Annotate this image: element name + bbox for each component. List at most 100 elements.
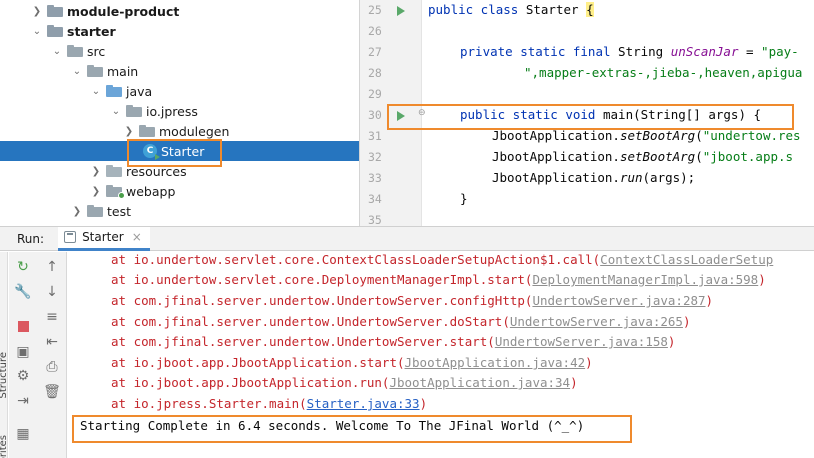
code-method: run — [619, 170, 643, 185]
editor-gutter: 25 26 27 28 29 30 31 32 33 34 35 ⊖ — [360, 0, 426, 226]
source-link[interactable]: JbootApplication.java:34 — [389, 375, 570, 390]
code-brace: { — [586, 2, 594, 17]
wrench-icon[interactable]: 🔧 — [14, 283, 32, 301]
trash-icon[interactable]: 🗑 — [43, 383, 61, 401]
line-number: 25 — [368, 3, 382, 17]
tree-item-starter-class[interactable]: C Starter — [0, 141, 359, 161]
layout-icon[interactable]: ▦ — [14, 425, 32, 443]
line-number: 27 — [368, 45, 382, 59]
stack-frame-suffix: ) — [419, 396, 428, 411]
close-icon[interactable]: × — [132, 230, 142, 244]
soft-wrap-icon[interactable]: ≡ — [43, 308, 61, 326]
code-class-name: Starter — [525, 2, 587, 17]
chevron-right-icon[interactable]: ❯ — [89, 186, 103, 197]
line-number: 33 — [368, 171, 382, 185]
chevron-right-icon[interactable]: ❯ — [89, 166, 103, 177]
console-output[interactable]: at io.undertow.servlet.core.ContextClass… — [68, 252, 814, 458]
startup-complete-message: Starting Complete in 6.4 seconds. Welcom… — [80, 418, 585, 433]
code-method-signature: main(String[] args) { — [603, 107, 762, 122]
tree-item-label: io.jpress — [146, 103, 198, 119]
run-actions-toolbar: ↻ 🔧 ▣ ⚙ ⇥ ▦ — [9, 252, 37, 458]
rerun-icon[interactable]: ↻ — [14, 258, 32, 276]
line-number: 32 — [368, 150, 382, 164]
camera-icon[interactable]: ▣ — [14, 343, 32, 361]
stack-frame-suffix: ) — [682, 314, 691, 329]
code-field: unScanJar — [670, 44, 739, 59]
source-link[interactable]: UndertowServer.java:265 — [510, 314, 683, 329]
code-brace: } — [460, 191, 468, 206]
resources-folder-icon — [106, 165, 122, 177]
fold-icon[interactable]: ⊖ — [418, 108, 426, 118]
code-method: setBootArg — [619, 128, 696, 143]
tree-item-modulegen[interactable]: ❯ modulegen — [0, 121, 359, 141]
tree-item-module-product[interactable]: ❯ module-product — [0, 1, 359, 21]
line-number: 29 — [368, 87, 382, 101]
tab-label: Starter — [82, 230, 124, 244]
chevron-down-icon[interactable]: ⌄ — [89, 86, 103, 97]
source-link[interactable]: Starter.java:33 — [307, 396, 420, 411]
print-icon[interactable]: ⎙ — [43, 358, 61, 376]
source-link[interactable]: UndertowServer.java:158 — [495, 334, 668, 349]
code-string: "undertow.res — [702, 128, 801, 143]
stack-trace-line: at io.jpress.Starter.main(Starter.java:3… — [111, 396, 427, 411]
tree-item-main[interactable]: ⌄ main — [0, 61, 359, 81]
tree-item-label: main — [107, 63, 139, 79]
tree-item-resources[interactable]: ❯ resources — [0, 161, 359, 181]
source-link[interactable]: UndertowServer.java:287 — [532, 293, 705, 308]
code-method: setBootArg — [619, 149, 696, 164]
stack-frame-text: at io.jpress.Starter.main( — [111, 396, 307, 411]
code-line-27: private static final String unScanJar = … — [460, 44, 799, 59]
source-link[interactable]: DeploymentManagerImpl.java:598 — [532, 272, 758, 287]
stop-icon[interactable] — [14, 317, 32, 335]
tree-item-label: java — [126, 83, 153, 99]
arrow-down-icon[interactable]: ↓ — [43, 283, 61, 301]
tree-item-label: modulegen — [159, 123, 230, 139]
chevron-right-icon[interactable]: ❯ — [122, 126, 136, 137]
tab-starter[interactable]: Starter × — [58, 226, 150, 251]
stack-frame-text: at io.jboot.app.JbootApplication.run( — [111, 375, 390, 390]
tree-item-io-jpress[interactable]: ⌄ io.jpress — [0, 101, 359, 121]
source-link[interactable]: ContextClassLoaderSetup — [600, 252, 773, 267]
code-line-34: } — [460, 191, 468, 206]
run-gutter-icon[interactable] — [397, 6, 405, 16]
stack-trace-line: at io.undertow.servlet.core.DeploymentMa… — [111, 272, 766, 287]
code-args: (args); — [642, 170, 696, 185]
code-string: ",mapper-extras-,jieba-,heaven,apigua — [524, 65, 803, 80]
chevron-down-icon[interactable]: ⌄ — [30, 26, 44, 37]
line-number: 34 — [368, 192, 382, 206]
run-tool-window-header: Run: Starter × — [0, 226, 814, 251]
code-string: "jboot.app.s — [702, 149, 794, 164]
exit-icon[interactable]: ⇥ — [14, 392, 32, 410]
tree-item-test[interactable]: ❯ test — [0, 201, 359, 221]
stack-frame-text: at io.undertow.servlet.core.ContextClass… — [111, 252, 601, 267]
stack-frame-text: at com.jfinal.server.undertow.UndertowSe… — [111, 314, 510, 329]
folder-icon — [87, 205, 103, 217]
chevron-down-icon[interactable]: ⌄ — [50, 46, 64, 57]
chevron-right-icon[interactable]: ❯ — [30, 6, 44, 17]
settings-icon[interactable]: ⚙ — [14, 367, 32, 385]
code-line-32: JbootApplication.setBootArg("jboot.app.s — [492, 149, 793, 164]
console-actions-toolbar: ↑ ↓ ≡ ⇤ ⎙ 🗑 — [37, 252, 67, 458]
tree-item-starter[interactable]: ⌄ starter — [0, 21, 359, 41]
run-gutter-icon[interactable] — [397, 111, 405, 121]
module-folder-icon — [47, 25, 63, 37]
tree-item-webapp[interactable]: ❯ webapp — [0, 181, 359, 201]
chevron-right-icon[interactable]: ❯ — [70, 206, 84, 217]
chevron-down-icon[interactable]: ⌄ — [109, 106, 123, 117]
source-link[interactable]: JbootApplication.java:42 — [405, 355, 586, 370]
tree-item-java[interactable]: ⌄ java — [0, 81, 359, 101]
scroll-to-end-icon[interactable]: ⇤ — [43, 333, 61, 351]
stack-frame-suffix: ) — [705, 293, 714, 308]
code-editor[interactable]: 25 26 27 28 29 30 31 32 33 34 35 ⊖ publi… — [359, 0, 814, 226]
line-number: 31 — [368, 129, 382, 143]
stack-trace-line: at com.jfinal.server.undertow.UndertowSe… — [111, 293, 713, 308]
tree-item-label: module-product — [67, 3, 180, 19]
package-icon — [126, 105, 142, 117]
arrow-up-icon[interactable]: ↑ — [43, 258, 61, 276]
tree-item-label: Starter — [161, 143, 205, 159]
stack-trace-line: at io.jboot.app.JbootApplication.start(J… — [111, 355, 593, 370]
code-paren: ( — [695, 128, 703, 143]
code-paren: ( — [695, 149, 703, 164]
tree-item-src[interactable]: ⌄ src — [0, 41, 359, 61]
chevron-down-icon[interactable]: ⌄ — [70, 66, 84, 77]
